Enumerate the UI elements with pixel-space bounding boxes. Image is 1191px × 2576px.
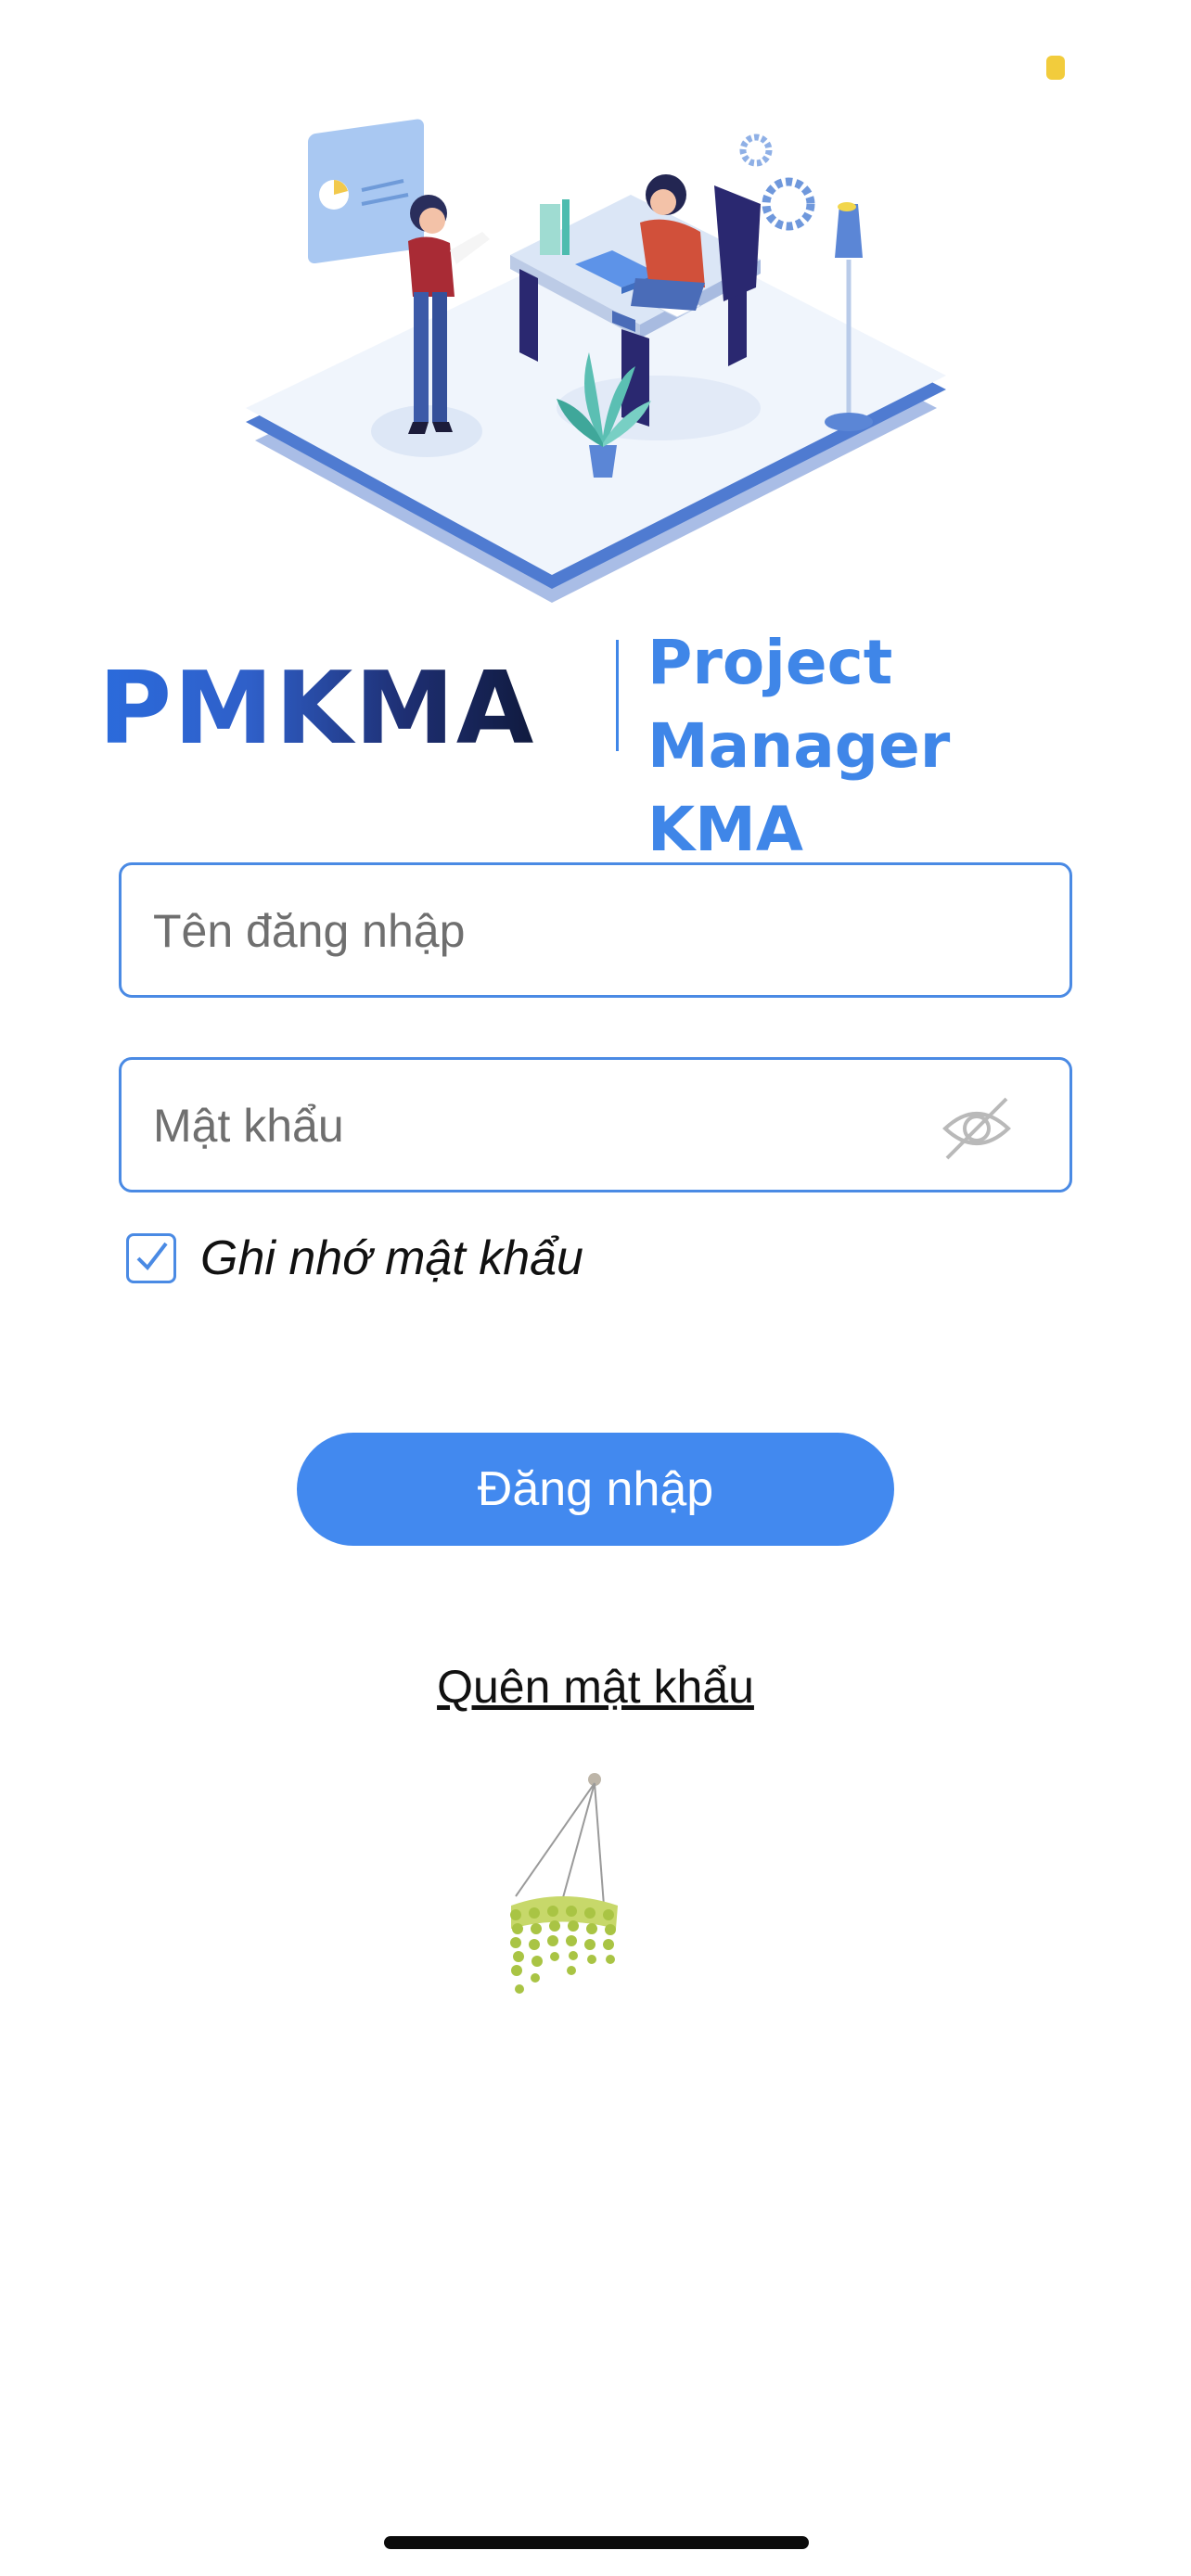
- forgot-password-row: Quên mật khẩu: [0, 1660, 1191, 1714]
- password-field[interactable]: [119, 1057, 1072, 1192]
- remember-checkbox[interactable]: [126, 1233, 176, 1283]
- remember-label: Ghi nhớ mật khẩu: [200, 1231, 583, 1285]
- eye-off-icon[interactable]: [940, 1091, 1014, 1166]
- forgot-password-link[interactable]: Quên mật khẩu: [437, 1661, 754, 1713]
- status-indicator-icon: [1046, 56, 1065, 80]
- login-button[interactable]: Đăng nhập: [297, 1433, 894, 1546]
- username-field[interactable]: [119, 862, 1072, 998]
- brand-header: PMKMA Project Manager KMA: [98, 627, 1137, 865]
- brand-tagline: Project Manager KMA: [647, 621, 1148, 872]
- checkmark-icon: [136, 1242, 168, 1271]
- hanging-plant-illustration: [510, 1773, 618, 1994]
- remember-password-row[interactable]: Ghi nhớ mật khẩu: [126, 1229, 583, 1288]
- password-input[interactable]: [151, 1060, 971, 1192]
- brand-logo: PMKMA: [98, 649, 535, 770]
- brand-tagline-line2: KMA: [647, 794, 803, 865]
- username-input[interactable]: [151, 865, 971, 997]
- office-illustration: [246, 119, 946, 603]
- home-indicator[interactable]: [384, 2536, 809, 2549]
- brand-tagline-line1: Project Manager: [647, 627, 951, 782]
- brand-divider: [616, 640, 619, 751]
